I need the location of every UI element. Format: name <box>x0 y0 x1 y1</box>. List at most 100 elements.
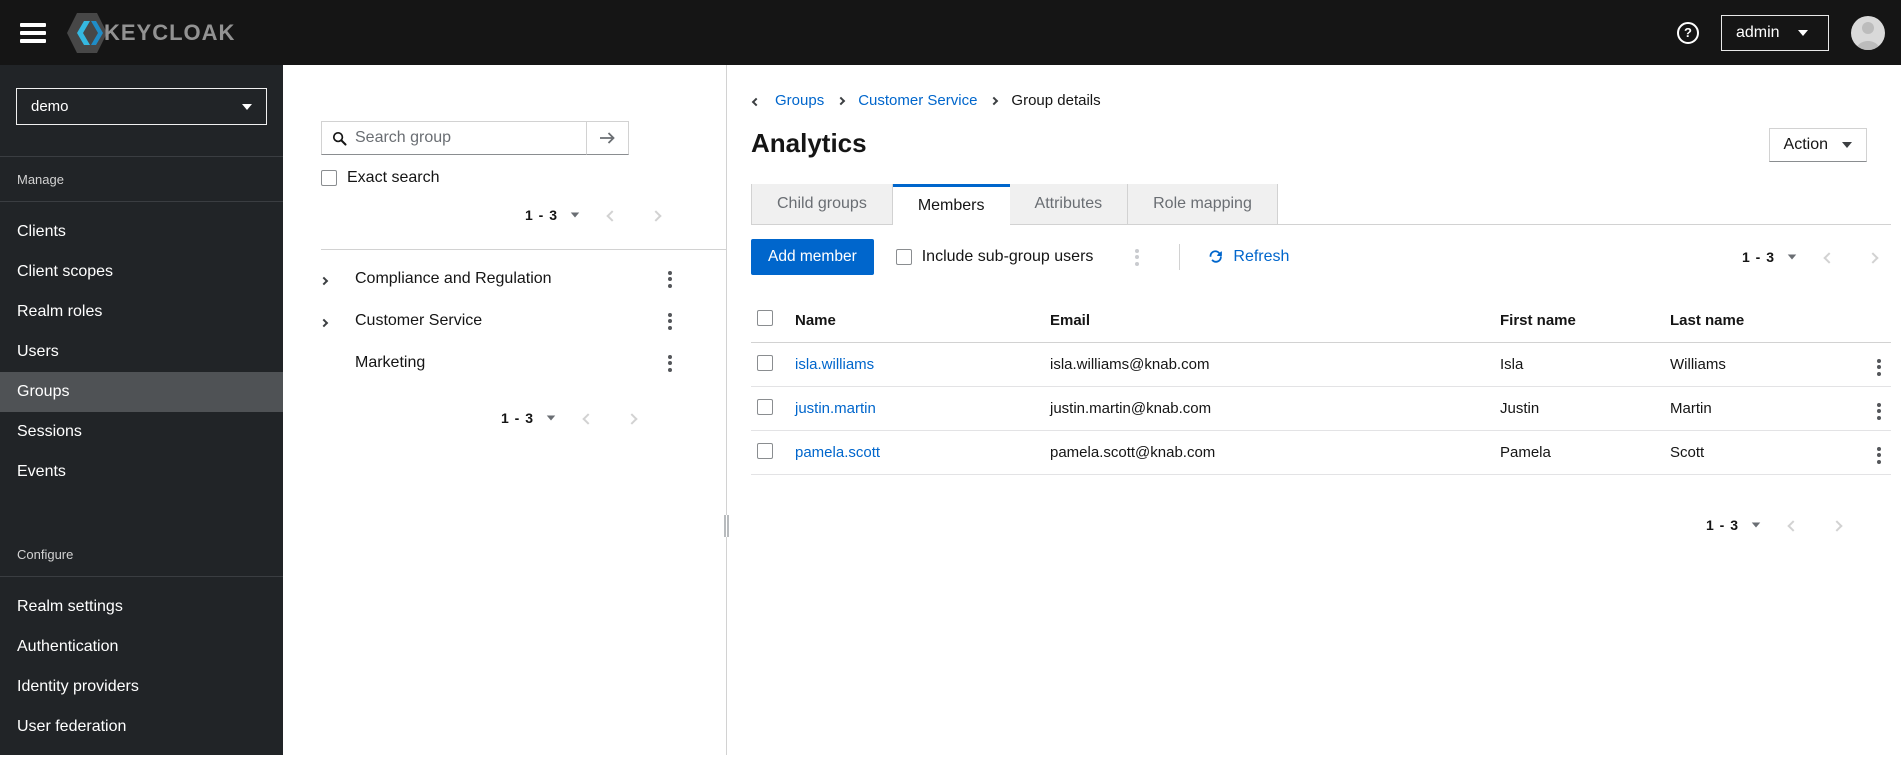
sidebar-item-authentication[interactable]: Authentication <box>0 627 283 667</box>
kebab-menu-icon[interactable] <box>1129 245 1145 270</box>
column-header-name: Name <box>795 311 836 329</box>
pagination-prev-button[interactable] <box>570 407 606 430</box>
pagination-next-button[interactable] <box>1819 514 1855 537</box>
kebab-menu-icon[interactable] <box>1871 443 1887 468</box>
include-subgroup-label[interactable]: Include sub-group users <box>922 248 1094 266</box>
nav-section-manage: Manage <box>0 157 283 202</box>
chevron-left-icon <box>1787 519 1799 532</box>
breadcrumb-link-groups[interactable]: Groups <box>775 92 824 109</box>
expand-toggle-icon[interactable] <box>319 314 355 329</box>
tab-members[interactable]: Members <box>892 184 1010 225</box>
chevron-left-icon <box>582 412 594 425</box>
row-checkbox[interactable] <box>757 398 773 415</box>
group-name[interactable]: Compliance and Regulation <box>355 270 662 288</box>
chevron-down-icon <box>546 415 556 421</box>
pagination-range: 1 - 3 <box>1741 249 1775 265</box>
action-dropdown[interactable]: Action <box>1768 128 1867 162</box>
breadcrumb-back-button[interactable] <box>751 91 761 110</box>
sidebar-item-events[interactable]: Events <box>0 452 283 492</box>
sidebar-item-identity-providers[interactable]: Identity providers <box>0 667 283 707</box>
breadcrumb-link-customer-service[interactable]: Customer Service <box>858 92 977 109</box>
sidebar-item-realm-roles[interactable]: Realm roles <box>0 292 283 332</box>
member-username-link[interactable]: pamela.scott <box>795 444 880 461</box>
chevron-right-icon <box>650 209 662 222</box>
add-member-button[interactable]: Add member <box>751 239 874 275</box>
refresh-icon <box>1209 250 1223 263</box>
group-tree-panel: Exact search 1 - 3 Compliance and Regula… <box>283 65 729 755</box>
select-all-checkbox[interactable] <box>757 310 773 326</box>
pagination-range-toggle[interactable]: 1 - 3 <box>519 203 586 227</box>
tab-role-mapping[interactable]: Role mapping <box>1128 184 1278 224</box>
sidebar-item-realm-settings[interactable]: Realm settings <box>0 587 283 627</box>
chevron-right-icon <box>990 96 999 105</box>
pagination-range-toggle[interactable]: 1 - 3 <box>1736 245 1803 269</box>
panel-resize-handle[interactable] <box>724 515 729 537</box>
member-username-link[interactable]: isla.williams <box>795 356 874 373</box>
members-pagination-top: 1 - 3 <box>1736 245 1891 269</box>
expand-toggle-icon[interactable] <box>319 272 355 287</box>
page-title: Analytics <box>751 128 867 158</box>
tab-child-groups[interactable]: Child groups <box>751 184 893 224</box>
sidebar-item-users[interactable]: Users <box>0 332 283 372</box>
kebab-menu-icon[interactable] <box>1871 355 1887 380</box>
search-submit-button[interactable] <box>587 121 629 155</box>
hamburger-menu-icon[interactable] <box>20 22 46 43</box>
sidebar: demo Manage Clients Client scopes Realm … <box>0 65 283 755</box>
kebab-menu-icon[interactable] <box>1871 399 1887 424</box>
avatar[interactable] <box>1851 15 1885 50</box>
group-search-input[interactable] <box>347 129 578 147</box>
group-tree-item[interactable]: Customer Service <box>283 300 726 342</box>
help-icon[interactable]: ? <box>1677 21 1699 44</box>
chevron-down-icon <box>1842 142 1852 148</box>
row-checkbox[interactable] <box>757 354 773 371</box>
group-tree-item[interactable]: Marketing <box>283 342 726 384</box>
realm-selector[interactable]: demo <box>16 88 267 125</box>
group-name[interactable]: Marketing <box>355 354 662 372</box>
sidebar-item-client-scopes[interactable]: Client scopes <box>0 252 283 292</box>
chevron-down-icon <box>1787 254 1797 260</box>
tab-attributes[interactable]: Attributes <box>1009 184 1129 224</box>
chevron-down-icon <box>242 103 252 110</box>
chevron-right-icon <box>1831 519 1843 532</box>
action-label: Action <box>1783 136 1828 153</box>
group-pagination-top: 1 - 3 <box>283 203 674 227</box>
sidebar-item-user-federation[interactable]: User federation <box>0 707 283 747</box>
sidebar-item-sessions[interactable]: Sessions <box>0 412 283 452</box>
breadcrumb-current: Group details <box>1011 92 1101 109</box>
pagination-next-button[interactable] <box>638 204 674 227</box>
member-email: isla.williams@knab.com <box>1050 356 1210 373</box>
kebab-menu-icon[interactable] <box>662 309 678 334</box>
pagination-next-button[interactable] <box>614 407 650 430</box>
user-menu-dropdown[interactable]: admin <box>1721 14 1829 51</box>
pagination-prev-button[interactable] <box>1775 514 1811 537</box>
pagination-range-toggle[interactable]: 1 - 3 <box>1700 513 1767 537</box>
sidebar-item-clients[interactable]: Clients <box>0 212 283 252</box>
chevron-left-icon <box>751 97 761 107</box>
chevron-right-icon <box>626 412 638 425</box>
members-toolbar: Add member Include sub-group users Refre… <box>751 239 1891 275</box>
exact-search-checkbox[interactable] <box>321 170 337 186</box>
kebab-menu-icon[interactable] <box>662 351 678 376</box>
pagination-prev-button[interactable] <box>1811 246 1847 269</box>
member-username-link[interactable]: justin.martin <box>795 400 876 417</box>
app-header: KEYCLOAK ? admin <box>0 0 1901 65</box>
pagination-next-button[interactable] <box>1855 246 1891 269</box>
group-name[interactable]: Customer Service <box>355 312 662 330</box>
exact-search-label[interactable]: Exact search <box>347 169 439 187</box>
kebab-menu-icon[interactable] <box>662 267 678 292</box>
pagination-range-toggle[interactable]: 1 - 3 <box>495 406 562 430</box>
include-subgroup-checkbox[interactable] <box>895 249 912 265</box>
member-first-name: Pamela <box>1500 444 1551 461</box>
pagination-prev-button[interactable] <box>594 204 630 227</box>
keycloak-logo: KEYCLOAK <box>66 10 235 56</box>
keycloak-hexagon-icon <box>67 12 107 53</box>
column-header-last-name: Last name <box>1670 311 1745 329</box>
realm-name: demo <box>31 98 69 115</box>
row-checkbox[interactable] <box>757 442 773 459</box>
group-pagination-bottom: 1 - 3 <box>283 406 650 430</box>
refresh-button[interactable]: Refresh <box>1208 248 1289 266</box>
member-email: pamela.scott@knab.com <box>1050 444 1216 461</box>
table-header-row: Name Email First name Last name <box>751 298 1891 343</box>
sidebar-item-groups[interactable]: Groups <box>0 372 283 412</box>
group-tree-item[interactable]: Compliance and Regulation <box>283 258 726 300</box>
